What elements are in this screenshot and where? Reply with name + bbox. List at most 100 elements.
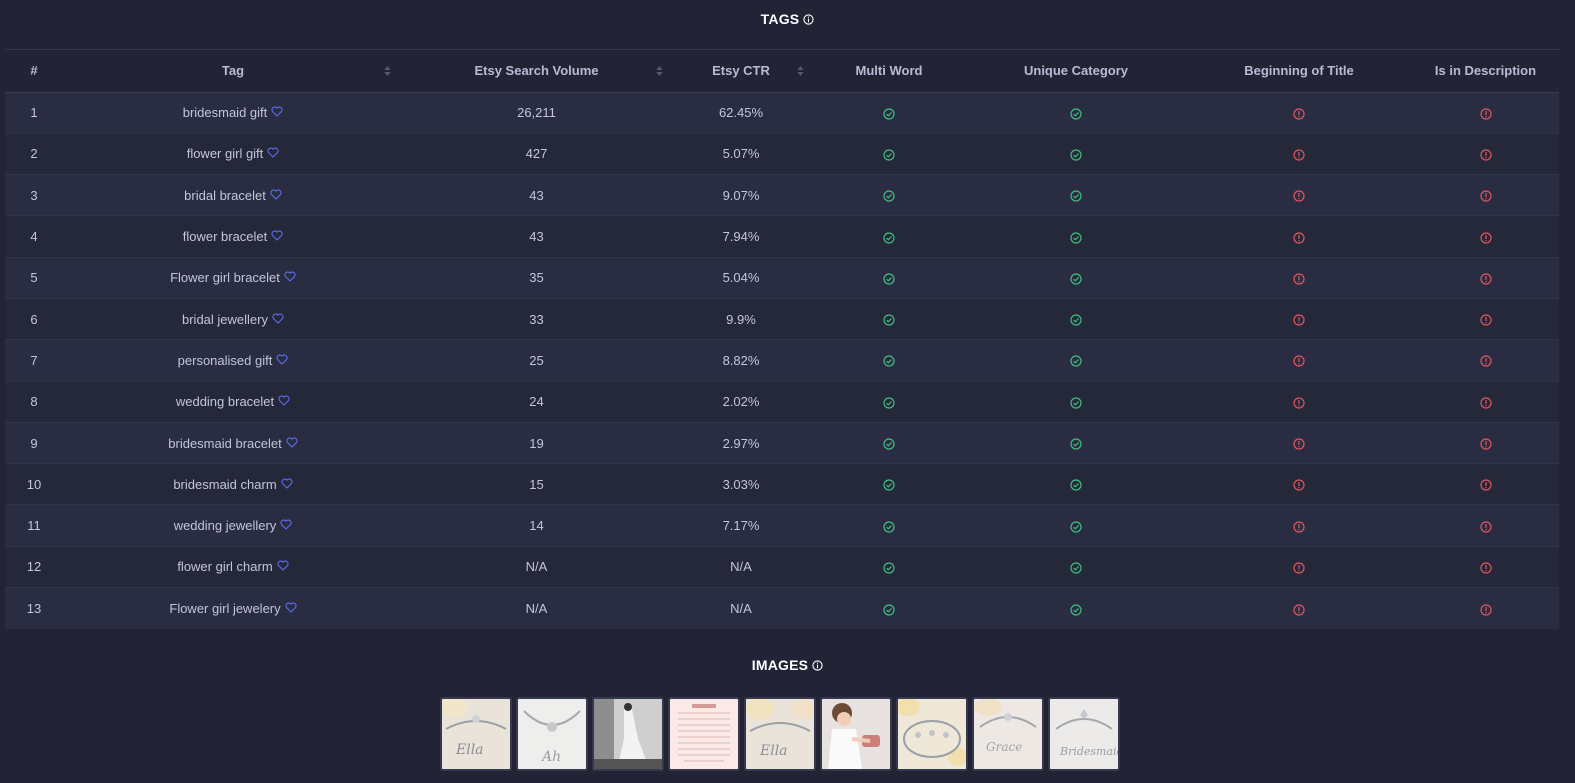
tag-label[interactable]: wedding bracelet: [176, 394, 274, 409]
tag-cell: wedding bracelet: [63, 380, 403, 423]
tag-label[interactable]: flower girl gift: [187, 146, 264, 161]
alert-circle-icon: [1293, 479, 1305, 491]
sort-icon[interactable]: [384, 65, 391, 77]
search-volume-cell: N/A: [403, 545, 670, 588]
col-header-ctr[interactable]: Etsy CTR: [670, 50, 812, 93]
table-row: 7 personalised gift 25 8.82%: [5, 339, 1559, 382]
table-row: 6 bridal jewellery 33 9.9%: [5, 297, 1559, 340]
check-circle-icon: [1070, 190, 1082, 202]
image-thumbnail[interactable]: Grace: [972, 697, 1044, 771]
tag-label[interactable]: Flower girl jewelery: [169, 601, 280, 616]
multi-word-cell: [812, 463, 966, 505]
unique-category-cell: [966, 421, 1186, 464]
heart-icon[interactable]: [280, 519, 292, 530]
check-circle-icon: [883, 479, 895, 491]
heart-icon[interactable]: [278, 395, 290, 406]
multi-word-cell: [812, 215, 966, 258]
check-circle-icon: [883, 273, 895, 285]
beginning-of-title-cell: [1186, 463, 1412, 505]
search-volume-cell: 24: [403, 380, 670, 423]
alert-circle-icon: [1479, 603, 1492, 616]
heart-icon[interactable]: [271, 106, 283, 117]
is-in-description-cell: [1412, 504, 1559, 547]
multi-word-cell: [812, 91, 966, 134]
is-in-description-cell: [1412, 215, 1559, 258]
row-number: 10: [5, 463, 63, 505]
heart-icon[interactable]: [272, 313, 284, 324]
heart-icon[interactable]: [284, 271, 296, 282]
check-circle-icon: [1070, 314, 1082, 326]
unique-category-cell: [966, 587, 1186, 629]
beginning-of-title-cell: [1186, 91, 1412, 134]
tag-label[interactable]: bridal jewellery: [182, 312, 268, 327]
ctr-cell: 5.04%: [670, 256, 812, 299]
image-thumbnail[interactable]: Ah: [516, 697, 588, 771]
heart-icon[interactable]: [277, 560, 289, 571]
tag-cell: flower bracelet: [63, 215, 403, 258]
multi-word-cell: [812, 421, 966, 464]
check-circle-icon: [883, 562, 895, 574]
image-thumbnail[interactable]: [820, 697, 892, 771]
image-thumbnail[interactable]: [896, 697, 968, 771]
tag-cell: wedding jewellery: [63, 504, 403, 547]
ctr-cell: 7.17%: [670, 504, 812, 547]
col-header-beginning-of-title: Beginning of Title: [1186, 50, 1412, 93]
tags-section-title: TAGS: [0, 11, 1575, 27]
search-volume-cell: 427: [403, 132, 670, 175]
heart-icon[interactable]: [276, 354, 288, 365]
is-in-description-cell: [1412, 91, 1559, 134]
heart-icon[interactable]: [286, 437, 298, 448]
tag-label[interactable]: flower girl charm: [177, 559, 272, 574]
alert-circle-icon: [1479, 438, 1492, 450]
image-thumbnail[interactable]: Ella: [440, 697, 512, 771]
tag-label[interactable]: personalised gift: [178, 353, 273, 368]
image-thumbnail[interactable]: [592, 697, 664, 771]
beginning-of-title-cell: [1186, 256, 1412, 299]
check-circle-icon: [883, 231, 895, 244]
image-thumbnails: Ella Ah Ella Grace Bridesmaid: [440, 697, 1120, 771]
check-circle-icon: [1070, 603, 1082, 616]
heart-icon[interactable]: [267, 147, 279, 158]
image-thumbnail[interactable]: [668, 697, 740, 771]
search-volume-cell: N/A: [403, 587, 670, 629]
check-circle-icon: [883, 149, 895, 161]
info-icon[interactable]: [803, 14, 814, 25]
ctr-cell: 3.03%: [670, 463, 812, 505]
check-circle-icon: [1070, 521, 1082, 533]
tag-label[interactable]: bridesmaid charm: [173, 477, 276, 492]
sort-icon[interactable]: [797, 65, 804, 77]
heart-icon[interactable]: [281, 478, 293, 489]
sort-icon[interactable]: [656, 65, 663, 77]
is-in-description-cell: [1412, 132, 1559, 175]
is-in-description-cell: [1412, 463, 1559, 505]
heart-icon[interactable]: [285, 602, 297, 613]
table-row: 9 bridesmaid bracelet 19 2.97%: [5, 421, 1559, 464]
tag-label[interactable]: bridesmaid bracelet: [168, 436, 281, 451]
alert-circle-icon: [1293, 190, 1305, 202]
tag-label[interactable]: bridesmaid gift: [183, 105, 268, 120]
is-in-description-cell: [1412, 380, 1559, 423]
tag-cell: flower girl charm: [63, 545, 403, 588]
tag-label[interactable]: flower bracelet: [183, 229, 268, 244]
image-thumbnail[interactable]: Bridesmaid: [1048, 697, 1120, 771]
unique-category-cell: [966, 132, 1186, 175]
alert-circle-icon: [1479, 149, 1492, 161]
ctr-cell: 9.9%: [670, 297, 812, 340]
beginning-of-title-cell: [1186, 339, 1412, 382]
beginning-of-title-cell: [1186, 174, 1412, 216]
info-icon[interactable]: [812, 660, 823, 671]
alert-circle-icon: [1293, 397, 1305, 409]
is-in-description-cell: [1412, 587, 1559, 629]
unique-category-cell: [966, 256, 1186, 299]
image-thumbnail[interactable]: Ella: [744, 697, 816, 771]
ctr-cell: 7.94%: [670, 215, 812, 258]
tag-label[interactable]: wedding jewellery: [174, 518, 277, 533]
tag-label[interactable]: Flower girl bracelet: [170, 270, 280, 285]
col-header-search-volume[interactable]: Etsy Search Volume: [403, 50, 670, 93]
check-circle-icon: [883, 108, 895, 120]
col-header-tag[interactable]: Tag: [63, 50, 403, 93]
heart-icon[interactable]: [270, 189, 282, 200]
heart-icon[interactable]: [271, 230, 283, 241]
search-volume-cell: 43: [403, 174, 670, 216]
tag-label[interactable]: bridal bracelet: [184, 188, 266, 203]
